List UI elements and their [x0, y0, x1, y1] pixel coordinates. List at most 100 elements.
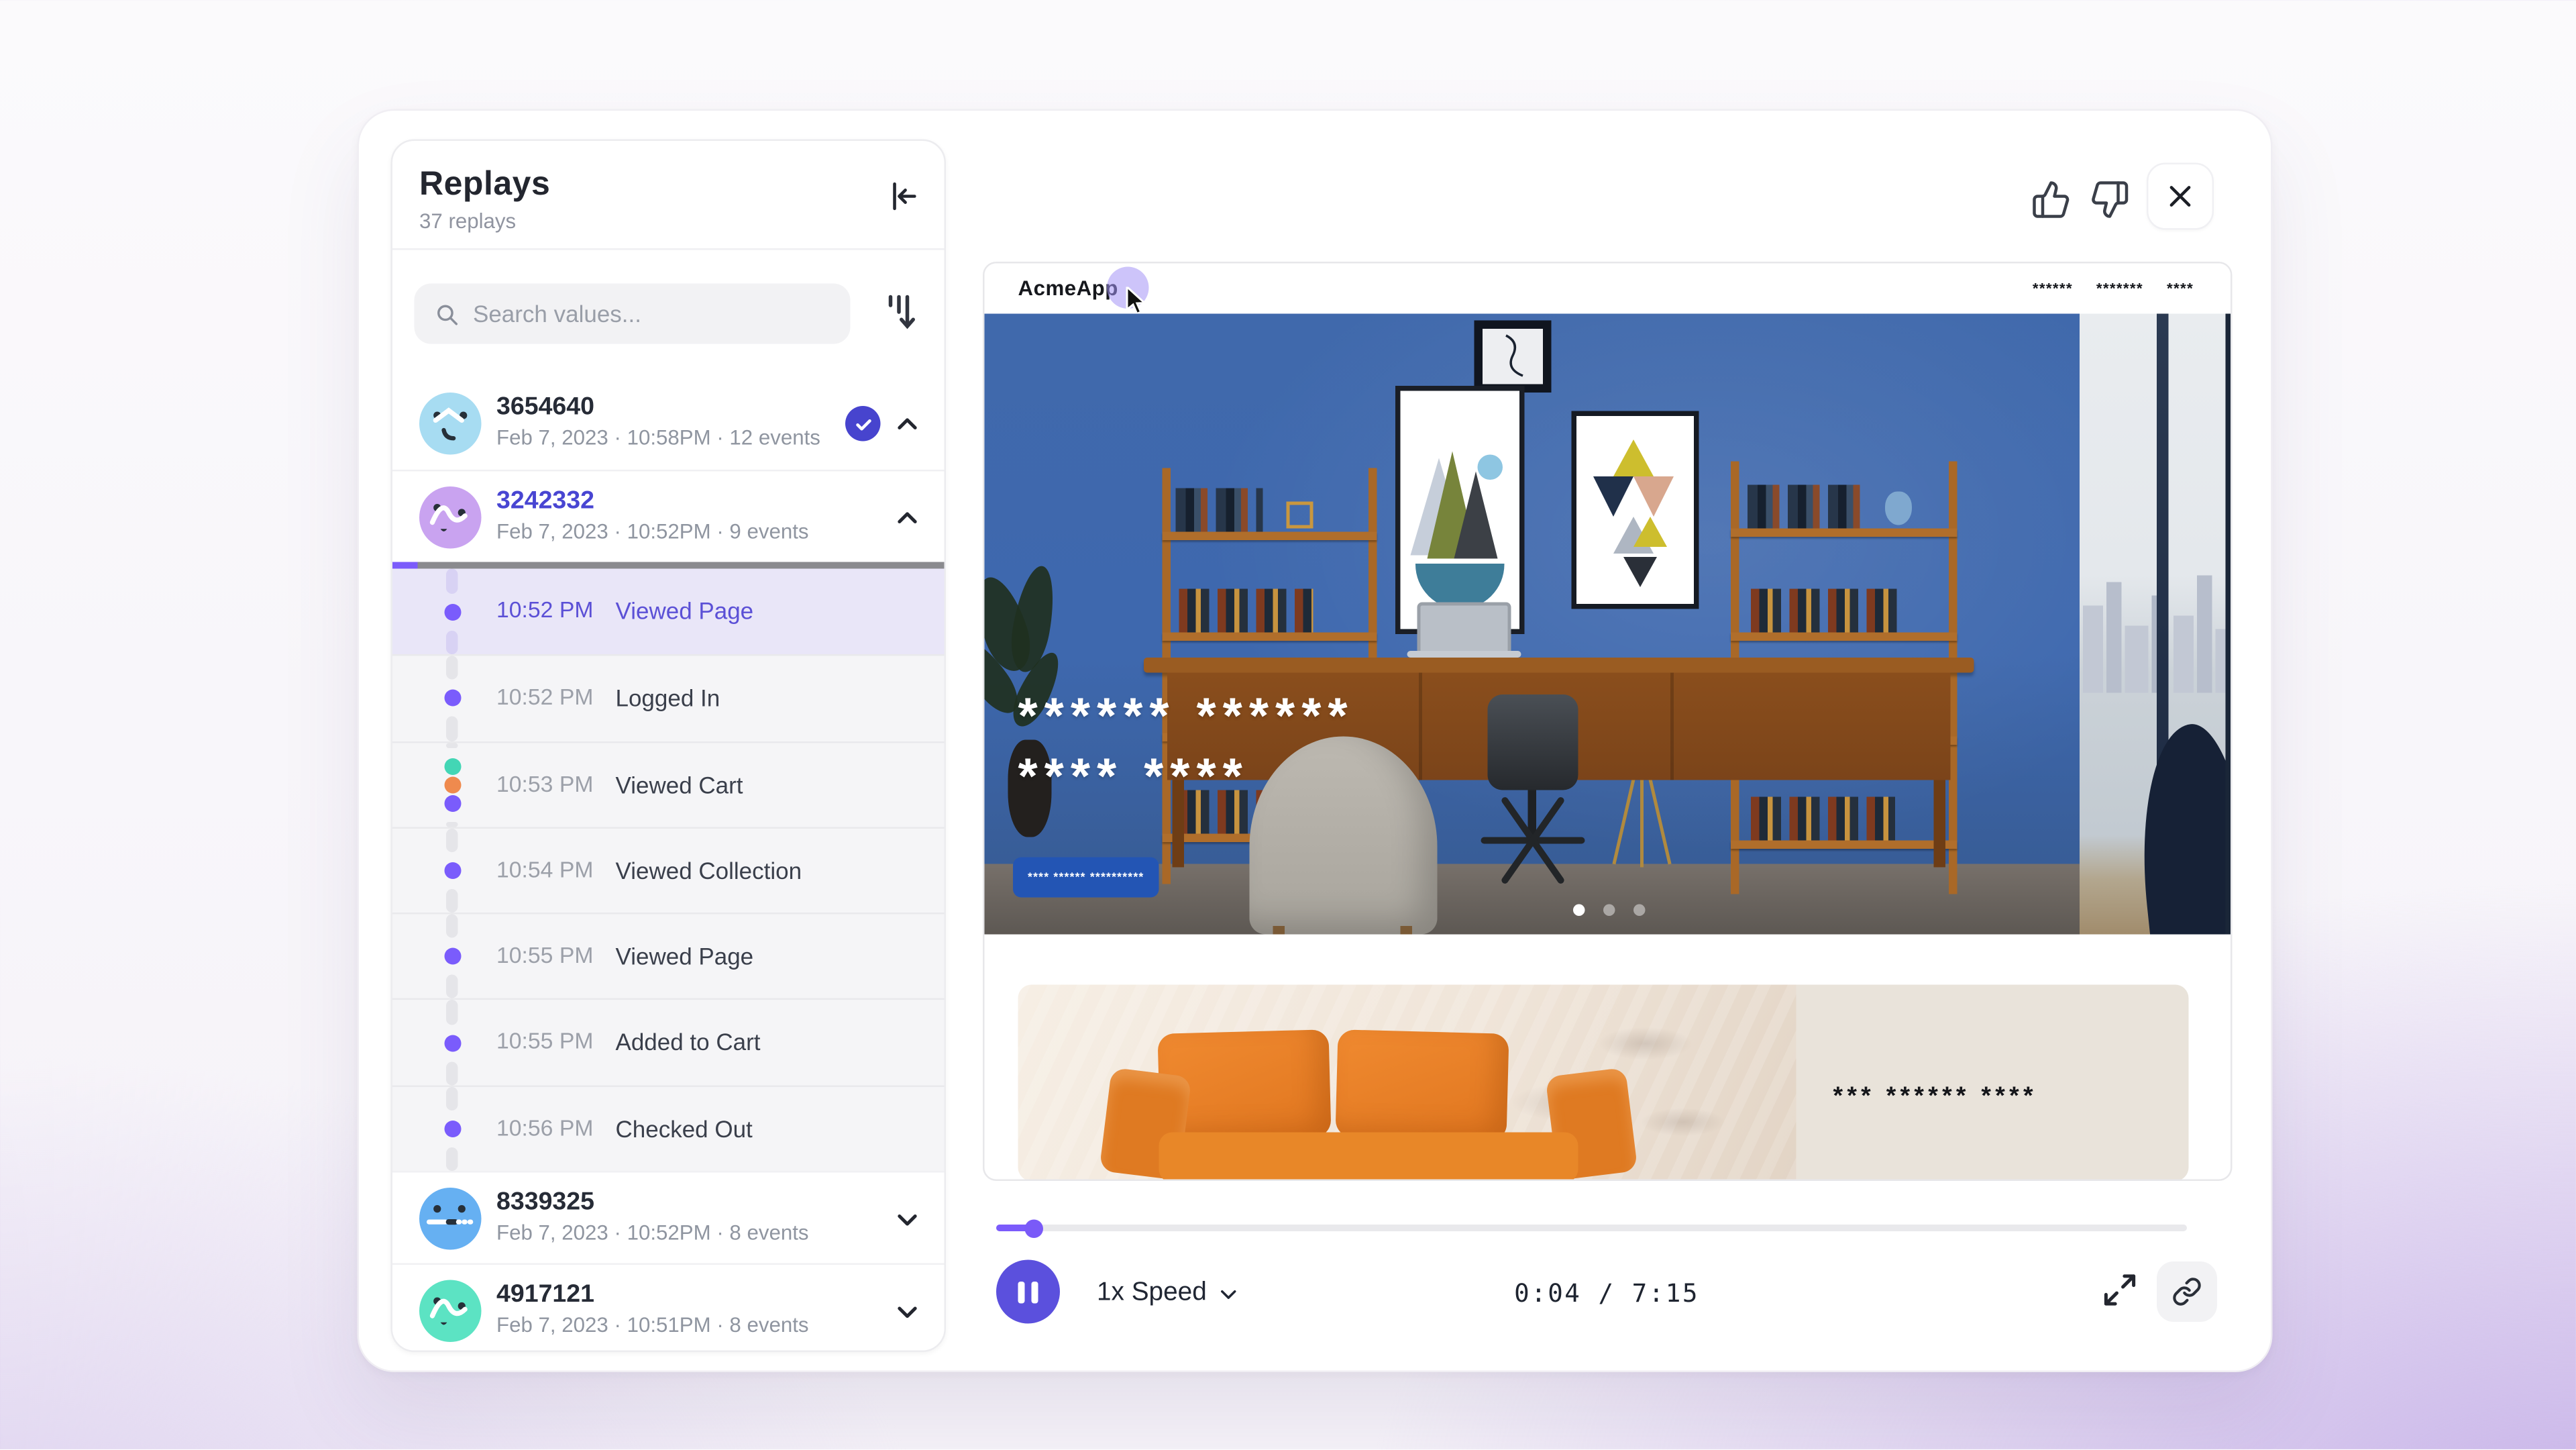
- search-icon: [435, 301, 460, 327]
- replay-player-viewport: AcmeApp ****** ******* ****: [983, 262, 2233, 1181]
- search-placeholder: Search values...: [473, 301, 641, 327]
- pause-button[interactable]: [996, 1260, 1060, 1324]
- check-icon: [853, 413, 873, 433]
- avatar-face: [419, 393, 482, 455]
- avatar: [419, 1280, 482, 1343]
- carousel-dot: [1603, 904, 1615, 917]
- search-section: Search values...: [392, 250, 945, 378]
- product-photo-sofa: [1018, 985, 1796, 1182]
- session-row-3654640[interactable]: 3654640 Feb 7, 2023 · 10:58PM · 12 event…: [392, 378, 945, 470]
- sofa-seat: [1159, 1133, 1578, 1182]
- session-row-8339325[interactable]: 8339325 Feb 7, 2023 · 10:52PM · 8 events: [392, 1171, 945, 1263]
- replayed-site-logo: AcmeApp: [1018, 277, 1118, 301]
- watched-check-badge: [845, 406, 881, 442]
- event-label: Viewed Collection: [616, 857, 802, 884]
- masked-nav-item: ****: [2167, 280, 2194, 297]
- event-row[interactable]: 10:55 PM Added to Cart: [392, 999, 945, 1085]
- event-row[interactable]: 10:54 PM Viewed Collection: [392, 827, 945, 913]
- search-input[interactable]: Search values...: [415, 284, 851, 344]
- event-label: Viewed Page: [616, 943, 754, 970]
- session-id: 3242332: [496, 486, 594, 515]
- masked-nav-item: ******: [2033, 280, 2073, 297]
- pause-icon: [1018, 1281, 1025, 1303]
- thumbs-down-button[interactable]: [2090, 180, 2130, 220]
- session-row-4917121[interactable]: 4917121 Feb 7, 2023 · 10:51PM · 8 events: [392, 1263, 945, 1352]
- session-row-3242332[interactable]: 3242332 Feb 7, 2023 · 10:52PM · 9 events: [392, 470, 945, 562]
- event-row[interactable]: 10:53 PM Viewed Cart: [392, 741, 945, 827]
- replayed-hero-image: ****** ****** **** **** **** ****** ****…: [985, 314, 2233, 935]
- session-meta: Feb 7, 2023 · 10:58PM · 12 events: [496, 426, 820, 450]
- replay-count: 37 replays: [419, 210, 918, 234]
- carousel-dot-active: [1573, 904, 1585, 917]
- speed-selector[interactable]: 1x Speed: [1097, 1278, 1238, 1308]
- carousel-dots: [1573, 904, 1646, 917]
- event-time: 10:55 PM: [496, 943, 593, 968]
- session-meta: Feb 7, 2023 · 10:51PM · 8 events: [496, 1314, 809, 1337]
- sort-button[interactable]: [881, 291, 921, 338]
- carousel-dot: [1633, 904, 1646, 917]
- close-button[interactable]: [2147, 163, 2214, 230]
- chevron-up-icon[interactable]: [894, 505, 921, 532]
- masked-nav-item: *******: [2096, 280, 2143, 297]
- event-row[interactable]: 10:55 PM Viewed Page: [392, 913, 945, 998]
- event-dot: [443, 776, 460, 793]
- event-time: 10:54 PM: [496, 857, 593, 882]
- avatar-face: [419, 486, 482, 549]
- session-id: 4917121: [496, 1280, 594, 1309]
- event-dot: [443, 1121, 460, 1137]
- masked-hero-title-line1: ****** ******: [1018, 693, 1354, 743]
- scene-armchair-leg: [1401, 926, 1413, 935]
- copy-link-button[interactable]: [2157, 1261, 2217, 1322]
- session-meta: Feb 7, 2023 · 10:52PM · 8 events: [496, 1221, 809, 1245]
- session-meta: Feb 7, 2023 · 10:52PM · 9 events: [496, 520, 809, 543]
- sofa-back-cushion: [1335, 1029, 1509, 1141]
- scene-art-mountains: [1395, 386, 1525, 634]
- chevron-down-icon: [1217, 1282, 1239, 1304]
- masked-product-text: *** ****** ****: [1833, 1082, 2037, 1111]
- app-window: Replays 37 replays Search values...: [358, 109, 2273, 1373]
- scene-laptop: [1417, 603, 1511, 655]
- event-dot: [443, 1035, 460, 1051]
- scene-armchair-leg: [1273, 926, 1285, 935]
- scene-skyline: [2080, 566, 2233, 693]
- sort-icon: [882, 291, 919, 334]
- collapse-sidebar-icon: [884, 178, 921, 215]
- progress-track: [417, 562, 945, 569]
- avatar: [419, 393, 482, 455]
- session-id: 3654640: [496, 393, 594, 421]
- collapse-sidebar-button[interactable]: [884, 178, 921, 215]
- event-dot: [443, 603, 460, 620]
- speed-label: 1x Speed: [1097, 1278, 1207, 1308]
- session-id: 8339325: [496, 1188, 594, 1216]
- scene-art-geometric: [1572, 411, 1699, 609]
- progress-fill: [392, 562, 417, 569]
- event-label: Added to Cart: [616, 1029, 761, 1056]
- expand-button[interactable]: [2102, 1272, 2139, 1308]
- replayed-site-topbar: AcmeApp ****** ******* ****: [985, 264, 2231, 314]
- playback-progress-knob[interactable]: [1025, 1219, 1044, 1237]
- event-label: Checked Out: [616, 1115, 753, 1142]
- masked-hero-title-line2: **** ****: [1018, 754, 1249, 804]
- chevron-up-icon[interactable]: [894, 411, 921, 438]
- scene-office-chair: [1488, 694, 1578, 790]
- masked-hero-cta-button: **** ****** **********: [1013, 858, 1159, 898]
- replayed-site-nav-masked: ****** ******* ****: [2033, 280, 2194, 297]
- event-row[interactable]: 10:52 PM Viewed Page: [392, 569, 945, 655]
- link-icon: [2172, 1277, 2202, 1307]
- event-dot: [443, 758, 460, 774]
- event-row[interactable]: 10:56 PM Checked Out: [392, 1085, 945, 1171]
- page-title: Replays: [419, 166, 918, 205]
- playback-time: 0:04 / 7:15: [1431, 1278, 1783, 1308]
- event-dot: [443, 948, 460, 965]
- page-background: Replays 37 replays Search values...: [0, 0, 2576, 1450]
- event-row[interactable]: 10:52 PM Logged In: [392, 655, 945, 741]
- thumbs-up-button[interactable]: [2031, 180, 2072, 220]
- event-label: Viewed Cart: [616, 771, 743, 798]
- chevron-down-icon[interactable]: [894, 1206, 921, 1233]
- playback-progress-track[interactable]: [996, 1225, 2187, 1231]
- close-icon: [2165, 181, 2196, 211]
- avatar: [419, 486, 482, 549]
- avatar: [419, 1188, 482, 1250]
- event-dot: [443, 794, 460, 811]
- chevron-down-icon[interactable]: [894, 1298, 921, 1325]
